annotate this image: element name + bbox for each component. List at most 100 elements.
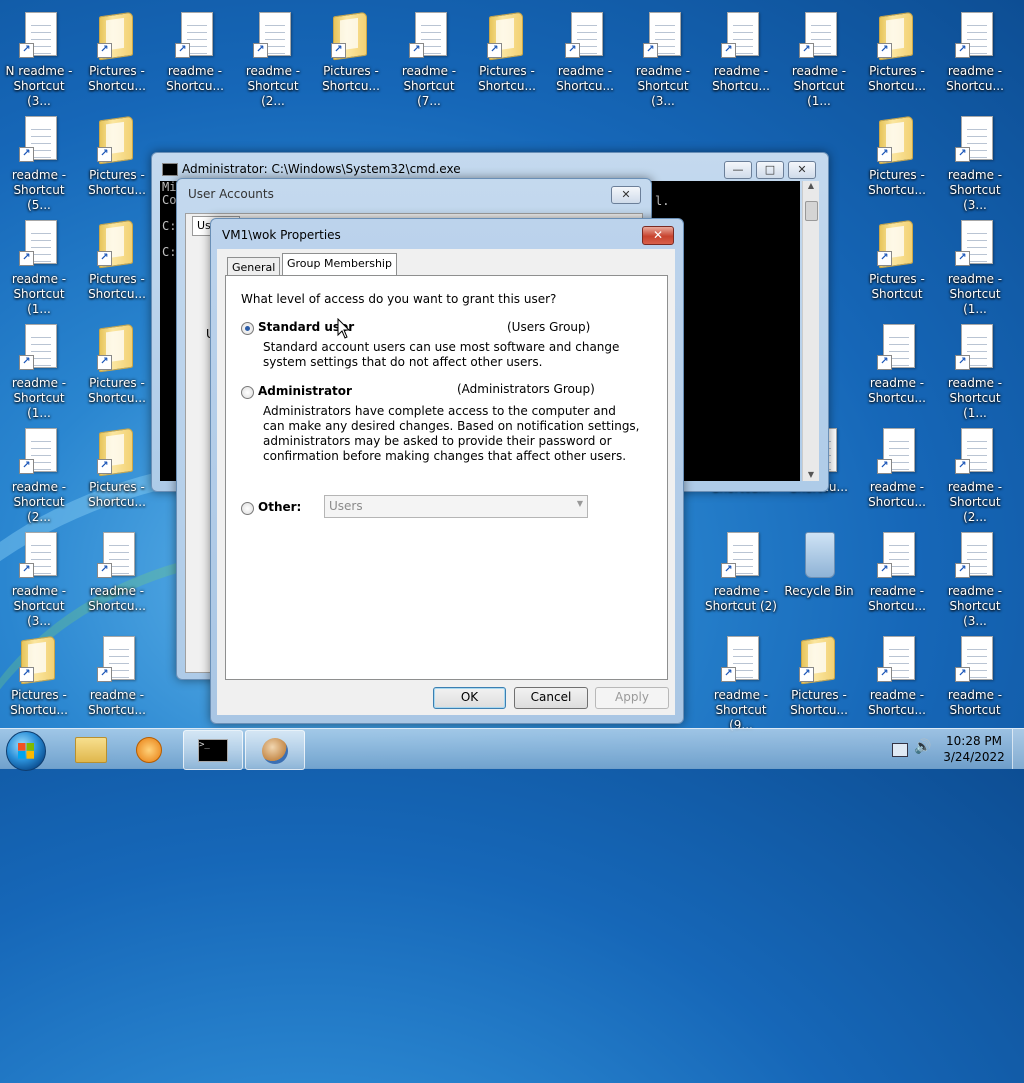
desktop-icon-readme-shortcut[interactable]: ↗ readme - Shortcut (3... — [624, 6, 702, 108]
desktop-icon-readme-shortcut[interactable]: ↗ readme - Shortcut — [936, 630, 1014, 728]
maximize-button[interactable]: □ — [756, 161, 784, 179]
standard-user-desc-line: system settings that do not affect other… — [263, 355, 543, 369]
cmd-title: Administrator: C:\Windows\System32\cmd.e… — [182, 162, 461, 176]
folder-icon: ↗ — [877, 11, 917, 61]
desktop-icon-label: readme - Shortcut (9... — [713, 688, 769, 732]
document-icon: ↗ — [955, 324, 995, 372]
user-accounts-close-button[interactable]: ✕ — [611, 186, 641, 204]
desktop-icon-pictures-shortcut[interactable]: ↗ Pictures - Shortcu... — [78, 318, 156, 416]
ok-button[interactable]: OK — [433, 687, 506, 709]
desktop-icon-pictures-shortcut[interactable]: ↗ Pictures - Shortcu... — [78, 422, 156, 520]
document-icon: ↗ — [721, 12, 761, 60]
desktop-icon-pictures-shortcut[interactable]: ↗ Pictures - Shortcu... — [78, 6, 156, 104]
desktop-icon-readme-shortcut[interactable]: ↗ readme - Shortcu... — [156, 6, 234, 104]
desktop-icon-pictures-shortcut[interactable]: ↗ Pictures - Shortcu... — [78, 110, 156, 208]
desktop-icon-readme-shortcut[interactable]: ↗ readme - Shortcu... — [936, 6, 1014, 104]
taskbar-explorer-button[interactable] — [62, 730, 120, 768]
desktop-icon-readme-shortcut[interactable]: ↗ readme - Shortcut (2... — [234, 6, 312, 108]
document-icon: ↗ — [721, 532, 761, 580]
desktop-icon-label: readme - Shortcut (2... — [947, 480, 1003, 524]
network-icon[interactable] — [892, 743, 908, 757]
desktop-icon-label: readme - Shortcut (2... — [245, 64, 301, 108]
document-icon: ↗ — [877, 324, 917, 372]
desktop-icon-pictures-shortcut[interactable]: ↗ Pictures - Shortcu... — [858, 6, 936, 104]
desktop-icon-readme-shortcut[interactable]: ↗ readme - Shortcut (7... — [390, 6, 468, 108]
desktop-icon-readme-shortcut[interactable]: ↗ readme - Shortcut (5... — [0, 110, 78, 212]
desktop-icon-readme-shortcut[interactable]: ↗ readme - Shortcu... — [78, 630, 156, 728]
desktop-icon-readme-shortcut[interactable]: ↗ readme - Shortcu... — [858, 526, 936, 624]
folder-icon: ↗ — [97, 219, 137, 269]
administrator-desc-line: confirmation before making changes that … — [263, 449, 627, 463]
desktop-icon-pictures-shortcut[interactable]: ↗ Pictures - Shortcut — [858, 214, 936, 312]
folder-icon: ↗ — [331, 11, 371, 61]
desktop-icon-readme-shortcut[interactable]: ↗ readme - Shortcu... — [858, 318, 936, 416]
desktop-icon-label: readme - Shortcut (3... — [947, 584, 1003, 628]
desktop-icon-label: Pictures - Shortcu... — [868, 168, 926, 197]
console-scrollbar[interactable]: ▲ ▼ — [802, 181, 819, 481]
other-radio[interactable] — [241, 502, 254, 515]
shortcut-arrow-icon: ↗ — [19, 563, 34, 578]
desktop-icon-readme-shortcut[interactable]: ↗ readme - Shortcut (1... — [0, 318, 78, 420]
access-prompt: What level of access do you want to gran… — [241, 292, 557, 306]
desktop-icon-label: readme - Shortcu... — [556, 64, 614, 93]
desktop-icon-label: Pictures - Shortcu... — [10, 688, 68, 717]
desktop-icon-readme-shortcut[interactable]: ↗ readme - Shortcut (9... — [702, 630, 780, 732]
desktop-icon-readme-shortcut[interactable]: ↗ readme - Shortcu... — [702, 6, 780, 104]
desktop-icon-readme-shortcut[interactable]: ↗ readme - Shortcut (1... — [936, 318, 1014, 420]
desktop-icon-readme-shortcut[interactable]: ↗ readme - Shortcu... — [858, 630, 936, 728]
scroll-down-arrow-icon[interactable]: ▼ — [803, 470, 819, 479]
desktop-icon-readme-shortcut[interactable]: ↗ readme - Shortcut (1... — [0, 214, 78, 316]
desktop-icon-pictures-shortcut[interactable]: ↗ Pictures - Shortcu... — [78, 214, 156, 312]
administrator-radio[interactable] — [241, 386, 254, 399]
document-icon: ↗ — [955, 12, 995, 60]
shortcut-arrow-icon: ↗ — [19, 43, 34, 58]
minimize-button[interactable]: — — [724, 161, 752, 179]
desktop-icon-label: readme - Shortcut (3... — [947, 168, 1003, 212]
shortcut-arrow-icon: ↗ — [175, 43, 190, 58]
administrator-desc-line: Administrators have complete access to t… — [263, 404, 616, 418]
administrator-label[interactable]: Administrator — [258, 384, 352, 398]
desktop-icon-readme-shortcut[interactable]: ↗ readme - Shortcu... — [546, 6, 624, 104]
desktop-icon-pictures-shortcut[interactable]: ↗ Pictures - Shortcu... — [0, 630, 78, 728]
taskbar-cmd-button[interactable]: >_ — [183, 730, 243, 770]
desktop-icon-readme-shortcut[interactable]: ↗ readme - Shortcut (2... — [0, 422, 78, 524]
properties-dialog[interactable]: VM1\wok Properties ✕ General Group Membe… — [210, 218, 684, 724]
clock-date[interactable]: 3/24/2022 — [940, 750, 1008, 764]
close-button[interactable]: ✕ — [788, 161, 816, 179]
dialog-close-button[interactable]: ✕ — [642, 226, 674, 245]
tab-group-membership[interactable]: Group Membership — [282, 253, 397, 276]
volume-icon[interactable]: 🔊 — [914, 739, 931, 755]
scroll-up-arrow-icon[interactable]: ▲ — [803, 181, 819, 190]
standard-user-radio[interactable] — [241, 322, 254, 335]
desktop-icon-readme-shortcut[interactable]: ↗ readme - Shortcu... — [78, 526, 156, 624]
clock-time[interactable]: 10:28 PM — [946, 734, 1002, 748]
taskbar-media-player-button[interactable] — [120, 730, 178, 768]
desktop-icon-label: readme - Shortcu... — [868, 688, 926, 717]
desktop-icon-readme-shortcut[interactable]: ↗ readme - Shortcut (3... — [936, 526, 1014, 628]
desktop-icon-readme-shortcut[interactable]: ↗ readme - Shortcut (1... — [936, 214, 1014, 316]
desktop-icon-recycle-bin[interactable]: Recycle Bin — [780, 526, 858, 624]
taskbar-user-accounts-button[interactable] — [245, 730, 305, 770]
desktop-icon-readme-shortcut[interactable]: ↗ readme - Shortcut (1... — [780, 6, 858, 108]
desktop-icon-pictures-shortcut[interactable]: ↗ Pictures - Shortcu... — [312, 6, 390, 104]
other-group-select[interactable]: Users ▼ — [324, 495, 588, 518]
start-button[interactable] — [6, 731, 46, 771]
show-desktop-button[interactable] — [1012, 729, 1024, 769]
other-label[interactable]: Other: — [258, 500, 301, 514]
desktop-icon-readme-shortcut[interactable]: ↗ readme - Shortcu... — [858, 422, 936, 520]
apply-button[interactable]: Apply — [595, 687, 669, 709]
desktop-icon-readme-shortcut[interactable]: ↗ N readme - Shortcut (3... — [0, 6, 78, 108]
desktop-icon-pictures-shortcut[interactable]: ↗ Pictures - Shortcu... — [468, 6, 546, 104]
mouse-cursor-icon — [337, 318, 351, 339]
desktop-icon-readme-shortcut[interactable]: ↗ readme - Shortcut (3... — [0, 526, 78, 628]
desktop-icon-label: readme - Shortcut (1... — [947, 272, 1003, 316]
cancel-button[interactable]: Cancel — [514, 687, 588, 709]
shortcut-arrow-icon: ↗ — [955, 355, 970, 370]
desktop-icon-readme-shortcut[interactable]: ↗ readme - Shortcut (2) — [702, 526, 780, 624]
shortcut-arrow-icon: ↗ — [19, 667, 34, 682]
desktop-icon-pictures-shortcut[interactable]: ↗ Pictures - Shortcu... — [780, 630, 858, 728]
desktop-icon-pictures-shortcut[interactable]: ↗ Pictures - Shortcu... — [858, 110, 936, 208]
scroll-thumb[interactable] — [805, 201, 818, 221]
desktop-icon-readme-shortcut[interactable]: ↗ readme - Shortcut (2... — [936, 422, 1014, 524]
desktop-icon-readme-shortcut[interactable]: ↗ readme - Shortcut (3... — [936, 110, 1014, 212]
